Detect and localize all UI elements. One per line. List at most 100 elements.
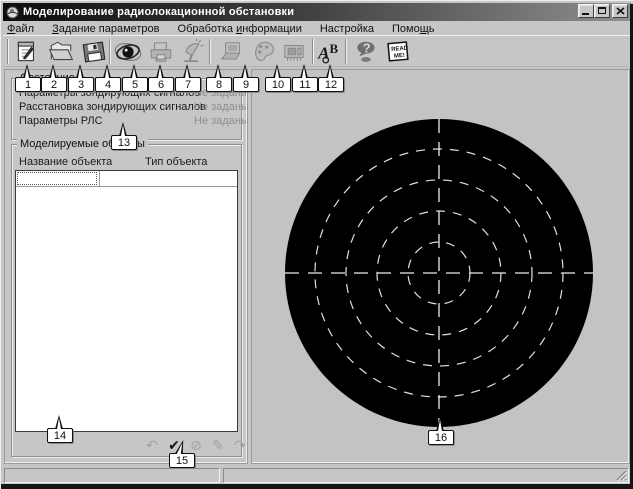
param-value: Не заданы — [194, 101, 249, 113]
edit-record-button[interactable]: ✎ — [208, 438, 228, 454]
callout-pointer — [23, 64, 31, 78]
callout-pointer — [326, 64, 334, 78]
save-file-icon — [80, 38, 108, 66]
next-arrow-icon: ↷ — [234, 438, 246, 454]
menu-settings[interactable]: Настройка — [318, 23, 376, 35]
menu-help[interactable]: Помощь — [390, 23, 437, 35]
toolbar-separator — [7, 39, 9, 64]
toolbar: A B ? READ ME! — [3, 35, 632, 67]
callout-2: 2 — [41, 64, 67, 92]
toolbar-separator — [209, 39, 211, 64]
column-header-type: Тип объекта — [145, 156, 207, 168]
close-button[interactable] — [612, 4, 628, 18]
svg-text:B: B — [329, 41, 338, 56]
callout-10: 10 — [265, 64, 291, 92]
callout-pointer — [300, 64, 308, 78]
computer-button[interactable] — [218, 38, 246, 66]
callout-3: 3 — [68, 64, 94, 92]
status-bar-cell-right — [223, 468, 629, 483]
toolbar-separator — [312, 39, 314, 64]
toolbar-separator — [345, 39, 347, 64]
font-style-icon: A B — [316, 38, 344, 66]
callout-11: 11 — [292, 64, 318, 92]
minimize-button[interactable] — [578, 4, 594, 18]
callout-pointer — [55, 415, 63, 429]
table-row[interactable] — [16, 171, 237, 187]
callout-9: 9 — [233, 64, 259, 92]
focused-cell[interactable] — [17, 172, 97, 185]
callout-pointer — [76, 64, 84, 78]
toolbar-separator — [109, 39, 111, 64]
minimize-icon — [582, 13, 589, 15]
radar-panel — [251, 69, 630, 464]
callout-pointer — [183, 64, 191, 78]
font-style-button[interactable]: A B — [316, 38, 344, 66]
column-divider — [99, 171, 100, 187]
new-document-button[interactable] — [13, 38, 41, 66]
prev-arrow-icon: ↶ — [146, 438, 158, 454]
param-value: Не заданы — [194, 115, 249, 127]
radar-antenna-button[interactable] — [179, 38, 207, 66]
menu-set-parameters[interactable]: Задание параметров — [50, 23, 161, 35]
callout-pointer — [175, 440, 188, 454]
callout-15: 15 — [169, 440, 195, 468]
status-bar-cell-left — [4, 468, 220, 483]
window-title: Моделирование радиолокационной обстановк… — [23, 6, 294, 18]
callout-5: 5 — [122, 64, 148, 92]
callout-pointer — [241, 64, 249, 78]
callout-8: 8 — [206, 64, 232, 92]
app-icon — [6, 6, 19, 19]
callout-1: 1 — [15, 64, 41, 92]
svg-text:?: ? — [363, 41, 371, 56]
callout-pointer — [130, 64, 138, 78]
help-question-icon: ? — [353, 38, 381, 66]
callout-pointer — [273, 64, 281, 78]
computer-icon — [218, 38, 246, 66]
callout-12: 12 — [318, 64, 344, 92]
callout-16: 16 — [428, 417, 454, 445]
menu-information-processing[interactable]: Обработка информации — [176, 23, 304, 35]
view-scene-button[interactable] — [114, 38, 142, 66]
callout-7: 7 — [175, 64, 201, 92]
new-document-icon — [13, 38, 41, 66]
menu-file[interactable]: Файл — [5, 23, 36, 35]
callout-pointer — [119, 122, 127, 136]
edit-pencil-icon: ✎ — [212, 438, 224, 454]
maximize-button[interactable] — [594, 4, 610, 18]
callout-6: 6 — [148, 64, 174, 92]
callout-pointer — [156, 64, 164, 78]
column-header-name: Название объекта — [19, 156, 112, 168]
status-bar — [3, 467, 631, 485]
palette-icon — [250, 38, 278, 66]
close-icon — [616, 7, 625, 15]
save-file-button[interactable] — [80, 38, 108, 66]
callout-pointer — [103, 64, 111, 78]
print-button[interactable] — [147, 38, 175, 66]
open-folder-icon — [47, 38, 75, 66]
readme-note-icon: READ ME! — [384, 38, 412, 66]
scan-shadow-bottom — [1, 484, 633, 489]
next-record-button[interactable]: ↷ — [230, 438, 250, 454]
callout-13: 13 — [111, 122, 137, 150]
radar-display[interactable] — [284, 118, 594, 428]
memory-card-icon — [280, 38, 308, 66]
radar-antenna-icon — [179, 38, 207, 66]
param-row-placement: Расстановка зондирующих сигналов Не зада… — [19, 101, 234, 114]
objects-groupbox: Моделируемые объекты Название объекта Ти… — [11, 144, 242, 457]
objects-table[interactable] — [15, 170, 238, 432]
print-icon — [147, 38, 175, 66]
palette-button[interactable] — [250, 38, 278, 66]
menu-bar: Файл Задание параметров Обработка информ… — [5, 22, 437, 36]
resize-grip-icon[interactable] — [615, 469, 627, 481]
readme-note-button[interactable]: READ ME! — [384, 38, 412, 66]
memory-card-button[interactable] — [280, 38, 308, 66]
prev-record-button[interactable]: ↶ — [142, 438, 162, 454]
maximize-icon — [598, 7, 606, 14]
help-question-button[interactable]: ? — [353, 38, 381, 66]
app-window: Моделирование радиолокационной обстановк… — [0, 0, 633, 489]
callout-pointer — [214, 64, 222, 78]
callout-pointer — [49, 64, 57, 78]
svg-text:ME!: ME! — [394, 53, 405, 60]
open-folder-button[interactable] — [47, 38, 75, 66]
callout-14: 14 — [47, 415, 73, 443]
